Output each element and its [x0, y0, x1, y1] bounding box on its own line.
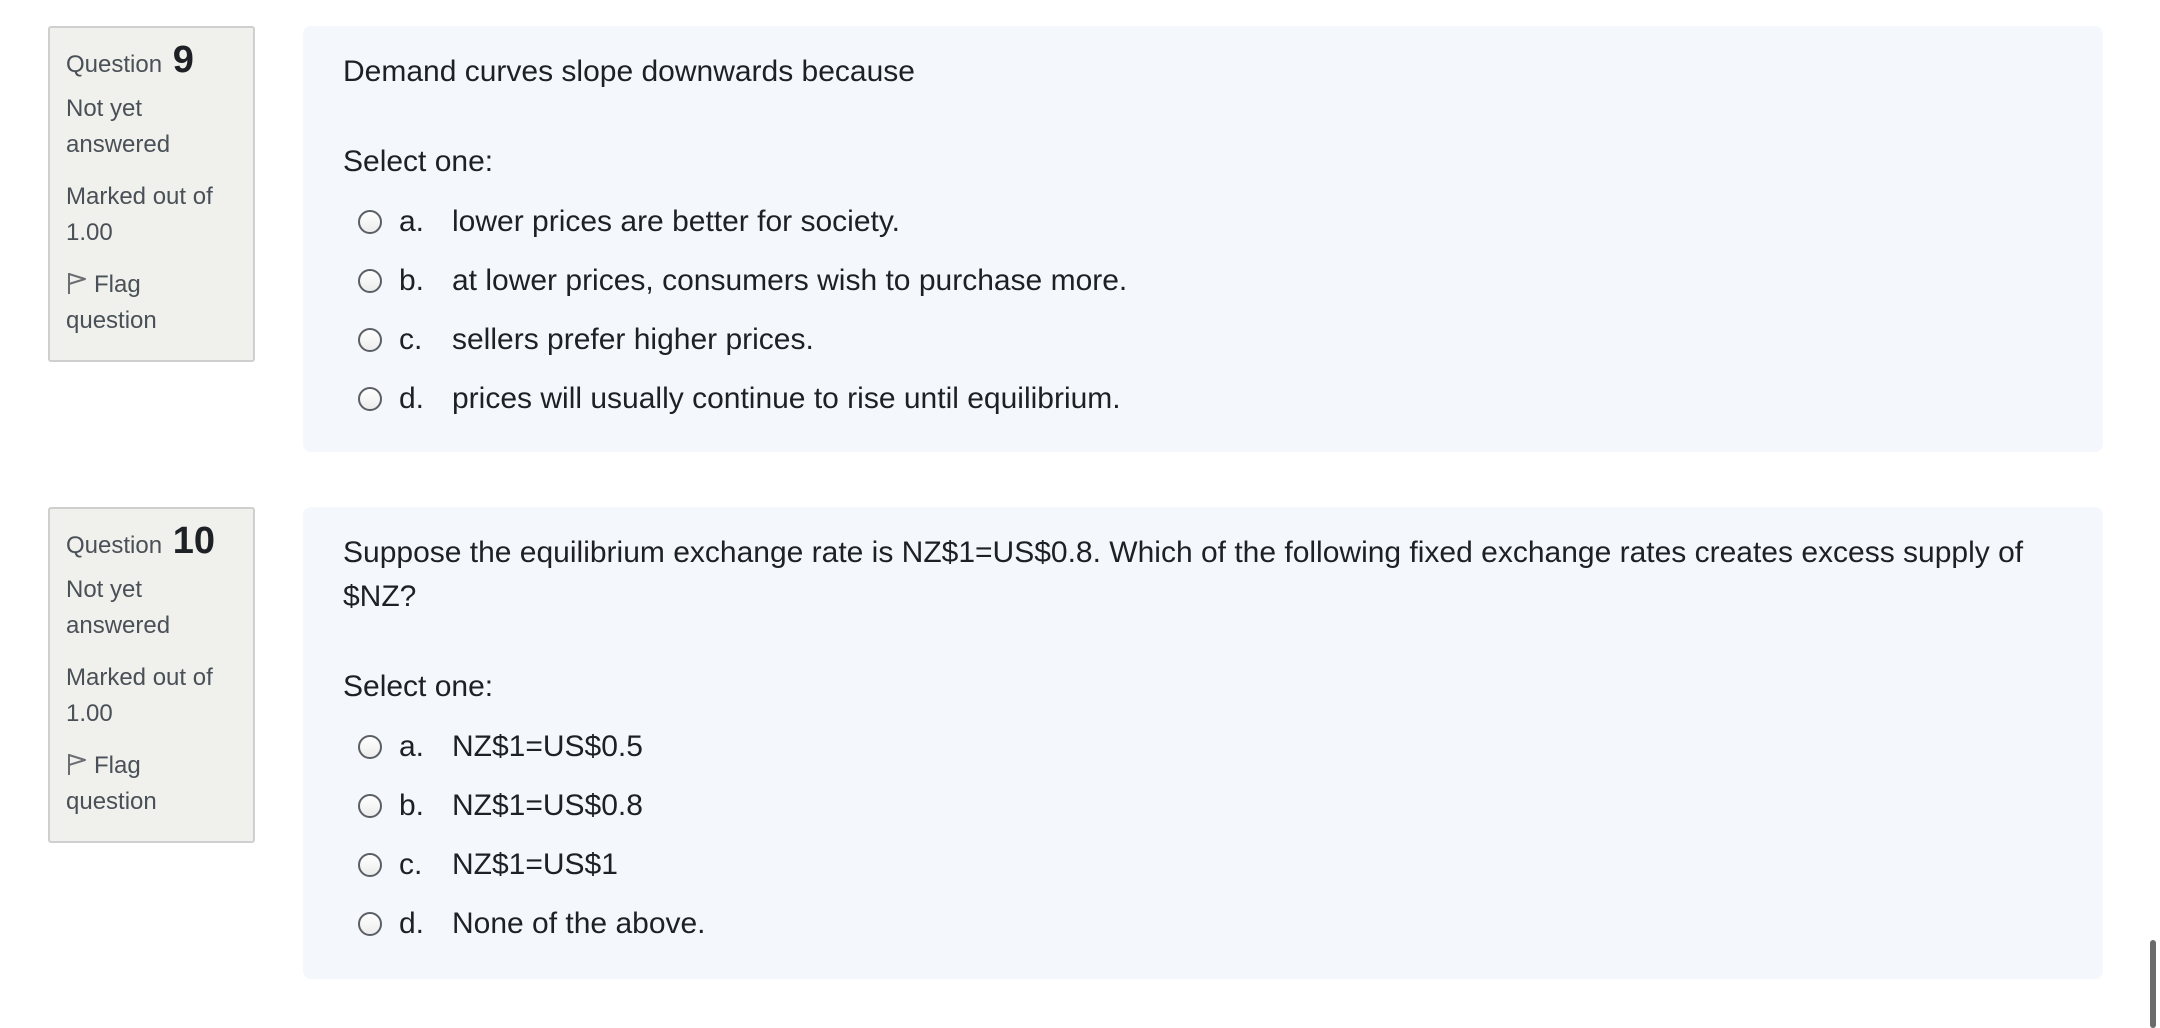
answer-option-d[interactable]: d. prices will usually continue to rise …: [343, 369, 2063, 428]
select-one-prompt: Select one:: [343, 670, 494, 703]
option-letter: a.: [399, 729, 425, 763]
answer-option-d[interactable]: d. None of the above.: [343, 894, 2063, 953]
option-letter: b.: [399, 263, 425, 297]
question-number-row: Question 10: [66, 521, 239, 566]
question-state: Not yet answered: [66, 572, 239, 644]
grade-line-2: 1.00: [66, 219, 113, 246]
grade-line-1: Marked out of: [66, 664, 213, 691]
radio-button[interactable]: [358, 209, 382, 234]
answer-options: a. NZ$1=US$0.5 b. NZ$1=US$0.8 c. NZ$1=US…: [343, 717, 2063, 953]
question-content: Demand curves slope downwards because Se…: [303, 26, 2103, 452]
option-letter: c.: [399, 847, 423, 881]
state-line-2: answered: [66, 131, 171, 158]
question-label: Question: [66, 51, 163, 78]
option-letter: a.: [399, 204, 425, 238]
scrollbar-thumb[interactable]: [2150, 940, 2156, 1028]
grade-line-2: 1.00: [66, 700, 113, 727]
question-text: Suppose the equilibrium exchange rate is…: [343, 536, 2024, 613]
flag-question-link[interactable]: Flag question: [66, 267, 239, 339]
option-text[interactable]: lower prices are better for society.: [452, 205, 2063, 239]
flag-label-line-1: Flag: [94, 752, 141, 779]
answer-options: a. lower prices are better for society. …: [343, 192, 2063, 428]
option-text[interactable]: NZ$1=US$1: [452, 848, 2063, 882]
flag-question-link[interactable]: Flag question: [66, 748, 239, 820]
option-text[interactable]: NZ$1=US$0.5: [452, 730, 2063, 764]
option-letter: d.: [399, 381, 425, 415]
quiz-page: Question 9 Not yet answered Marked out o…: [0, 0, 2160, 1028]
flag-label-line-2: question: [66, 788, 157, 815]
state-line-1: Not yet: [66, 95, 143, 122]
question-number: 10: [172, 520, 216, 562]
radio-button[interactable]: [358, 911, 382, 936]
option-text[interactable]: at lower prices, consumers wish to purch…: [452, 264, 2063, 298]
answer-option-c[interactable]: c. NZ$1=US$1: [343, 835, 2063, 894]
question-label: Question: [66, 532, 163, 559]
select-one-prompt: Select one:: [343, 145, 494, 178]
option-text[interactable]: prices will usually continue to rise unt…: [452, 382, 2063, 416]
option-text[interactable]: sellers prefer higher prices.: [452, 323, 2063, 357]
option-text[interactable]: NZ$1=US$0.8: [452, 789, 2063, 823]
answer-option-a[interactable]: a. lower prices are better for society.: [343, 192, 2063, 251]
question-info-panel: Question 9 Not yet answered Marked out o…: [48, 26, 255, 362]
radio-button[interactable]: [358, 734, 382, 759]
question-number-row: Question 9: [66, 40, 239, 85]
radio-button[interactable]: [358, 268, 382, 293]
radio-button[interactable]: [358, 386, 382, 411]
radio-button[interactable]: [358, 793, 382, 818]
question-state: Not yet answered: [66, 91, 239, 163]
question-number: 9: [172, 39, 194, 81]
grade-line-1: Marked out of: [66, 183, 213, 210]
question-grade: Marked out of 1.00: [66, 179, 239, 251]
state-line-2: answered: [66, 612, 171, 639]
option-letter: c.: [399, 322, 423, 356]
answer-option-b[interactable]: b. at lower prices, consumers wish to pu…: [343, 251, 2063, 310]
flag-icon: [68, 273, 86, 294]
radio-button[interactable]: [358, 852, 382, 877]
answer-option-c[interactable]: c. sellers prefer higher prices.: [343, 310, 2063, 369]
radio-button[interactable]: [358, 327, 382, 352]
state-line-1: Not yet: [66, 576, 143, 603]
option-letter: b.: [399, 788, 425, 822]
flag-label-line-2: question: [66, 307, 157, 334]
question-info-panel: Question 10 Not yet answered Marked out …: [48, 507, 255, 843]
answer-option-a[interactable]: a. NZ$1=US$0.5: [343, 717, 2063, 776]
option-letter: d.: [399, 906, 425, 940]
option-text[interactable]: None of the above.: [452, 907, 2063, 941]
question-text: Demand curves slope downwards because: [343, 55, 915, 88]
question-content: Suppose the equilibrium exchange rate is…: [303, 507, 2103, 979]
flag-label-line-1: Flag: [94, 271, 141, 298]
flag-icon: [68, 754, 86, 775]
question-grade: Marked out of 1.00: [66, 660, 239, 732]
answer-option-b[interactable]: b. NZ$1=US$0.8: [343, 776, 2063, 835]
